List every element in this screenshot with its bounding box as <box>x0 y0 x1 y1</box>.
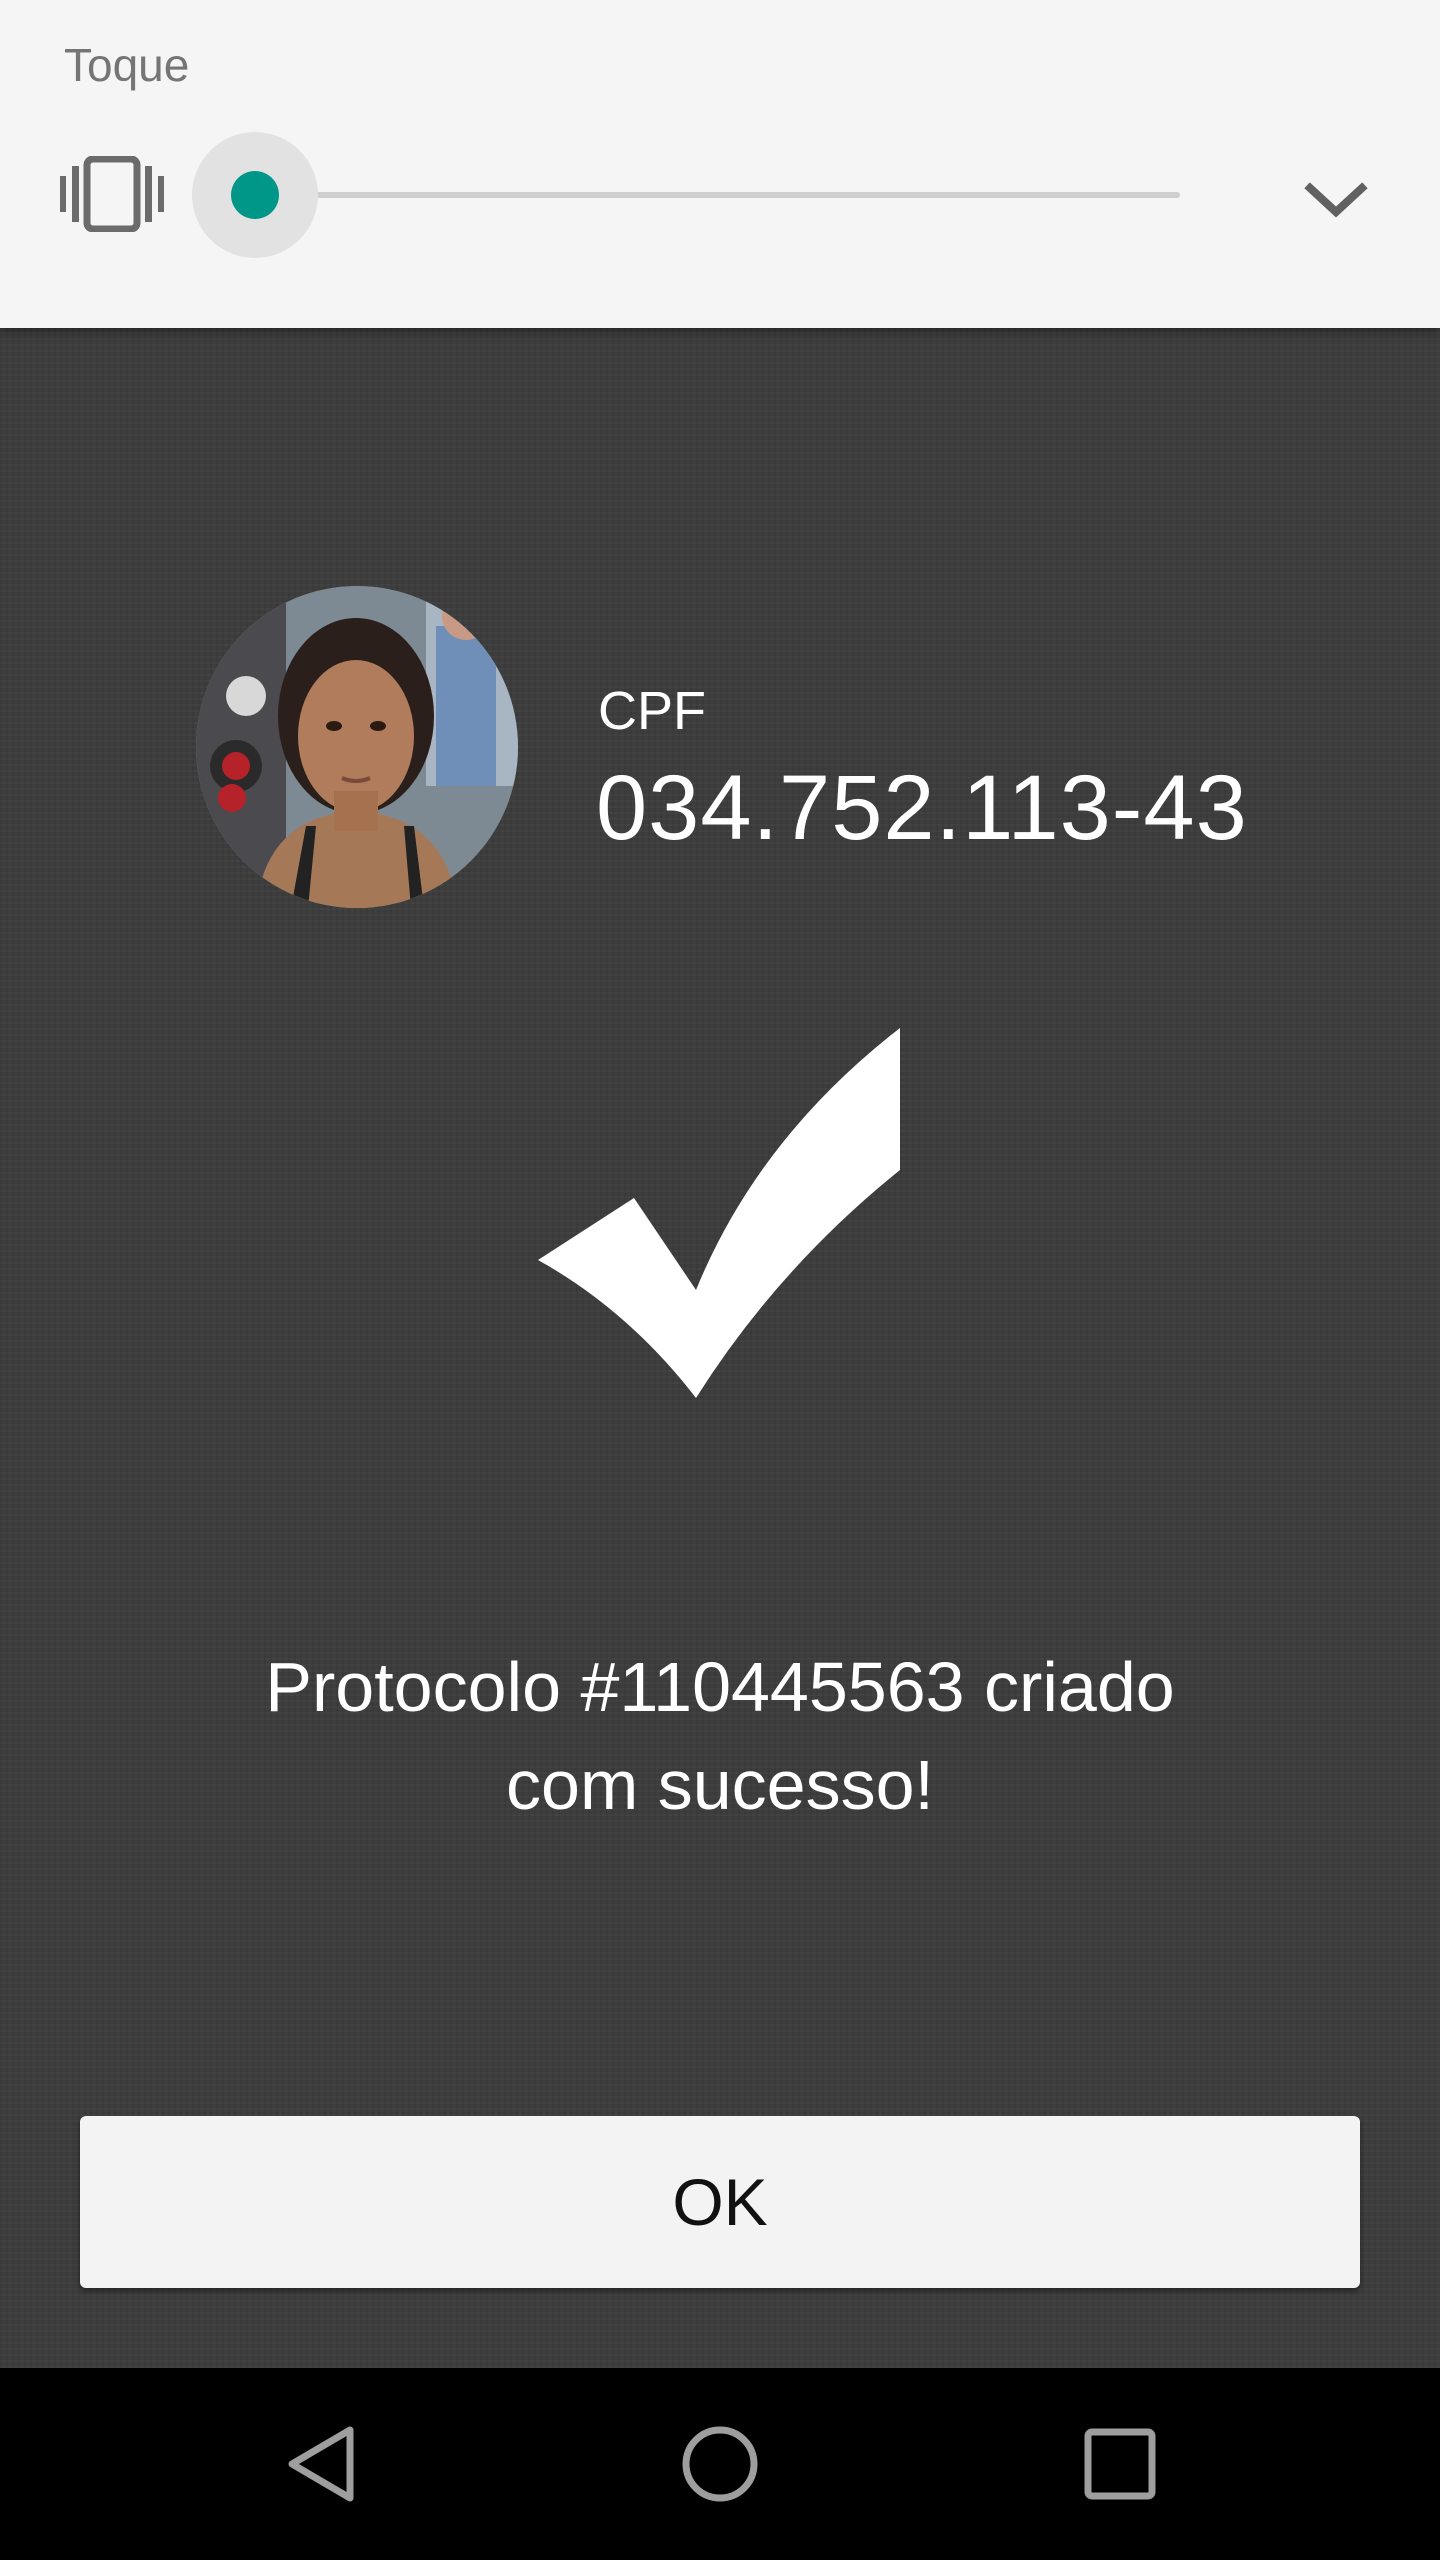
checkmark-icon <box>538 1028 900 1398</box>
success-message: Protocolo #110445563 criado com sucesso! <box>120 1638 1320 1834</box>
success-message-line-1: Protocolo #110445563 criado <box>265 1648 1175 1726</box>
avatar <box>196 586 518 908</box>
ringer-volume-slider[interactable] <box>190 130 1190 260</box>
home-circle-icon[interactable] <box>670 2414 770 2514</box>
ok-button[interactable]: OK <box>80 2116 1360 2288</box>
volume-stream-title: Toque <box>64 39 190 91</box>
slider-thumb[interactable] <box>231 171 279 219</box>
navigation-bar <box>0 2368 1440 2560</box>
cpf-label: CPF <box>598 681 706 741</box>
protocol-confirmation-dialog: CPF 034.752.113-43 Protocolo #110445563 … <box>0 328 1440 2368</box>
vibrate-icon[interactable] <box>60 156 164 232</box>
volume-panel: Toque <box>0 0 1440 328</box>
recents-square-icon[interactable] <box>1070 2414 1170 2514</box>
chevron-down-icon[interactable] <box>1300 176 1372 226</box>
success-message-line-2: com sucesso! <box>506 1746 934 1824</box>
slider-track <box>256 192 1180 198</box>
avatar-photo <box>196 586 518 908</box>
screen: Toque CPF 034.752.113-43 Protocolo #1104… <box>0 0 1440 2560</box>
cpf-value: 034.752.113-43 <box>596 757 1248 859</box>
back-triangle-icon[interactable] <box>270 2414 370 2514</box>
